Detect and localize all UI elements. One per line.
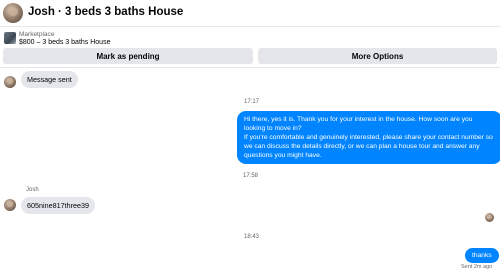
header-divider xyxy=(0,26,500,27)
mark-as-pending-button[interactable]: Mark as pending xyxy=(3,48,253,64)
contact-avatar[interactable] xyxy=(3,3,23,23)
actions-divider xyxy=(0,67,500,68)
incoming-message: 605nine817three39 xyxy=(21,197,95,214)
listing-thumbnail[interactable] xyxy=(4,32,16,44)
incoming-message: Message sent xyxy=(21,71,78,88)
marketplace-label: Marketplace xyxy=(19,31,55,38)
timestamp: 17:58 xyxy=(243,173,259,179)
outgoing-message: Hi there, yes it is. Thank you for your … xyxy=(237,111,500,164)
sender-avatar[interactable] xyxy=(4,199,16,211)
timestamp: 18:43 xyxy=(244,234,260,240)
conversation-title[interactable]: Josh · 3 beds 3 baths House xyxy=(28,6,183,18)
sender-avatar[interactable] xyxy=(4,76,16,88)
sender-name: Josh xyxy=(26,187,39,193)
timestamp: 17:17 xyxy=(244,99,260,105)
listing-title[interactable]: $800 – 3 beds 3 baths House xyxy=(19,39,110,46)
seen-avatar xyxy=(485,213,494,222)
outgoing-message: thanks xyxy=(465,248,499,263)
more-options-button[interactable]: More Options xyxy=(258,48,497,64)
delivery-status: Sent 2m ago xyxy=(461,264,493,270)
